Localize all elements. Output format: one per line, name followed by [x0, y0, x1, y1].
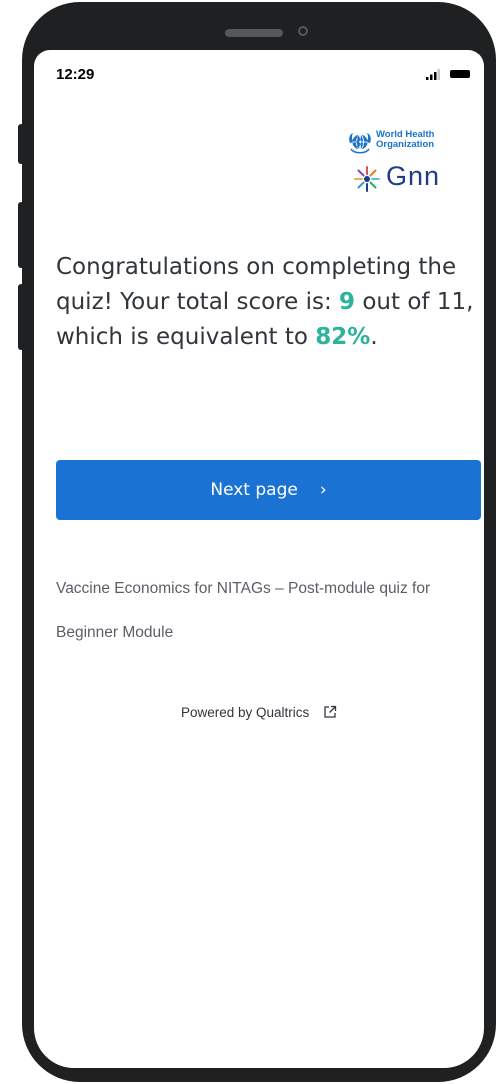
next-page-button[interactable]: Next page › — [56, 460, 481, 520]
completion-message: Congratulations on completing the quiz! … — [56, 250, 480, 355]
status-bar: 12:29 — [34, 50, 484, 98]
message-text-3: which is equivalent to — [56, 324, 316, 350]
phone-screen: 12:29 World Health Organization Gnn Cong… — [34, 50, 484, 1068]
phone-camera — [298, 26, 308, 36]
battery-icon — [450, 70, 470, 78]
score-value: 9 — [339, 289, 356, 315]
phone-speaker — [225, 29, 283, 37]
percent-value: 82% — [315, 324, 371, 350]
who-emblem-icon — [349, 132, 371, 154]
powered-by-qualtrics-link[interactable]: Powered by Qualtrics — [34, 705, 484, 720]
who-gnn-logo: World Health Organization Gnn — [346, 124, 456, 202]
status-time: 12:29 — [56, 66, 95, 83]
survey-title: Vaccine Economics for NITAGs – Post-modu… — [56, 580, 431, 641]
next-page-label: Next page — [210, 480, 298, 500]
external-link-icon — [324, 705, 337, 718]
signal-icon — [426, 69, 440, 80]
gnn-wordmark: Gnn — [386, 161, 441, 191]
message-text-2: out of 11, — [355, 289, 474, 315]
powered-by-label: Powered by Qualtrics — [180, 705, 310, 720]
gnn-star-icon — [354, 166, 380, 192]
who-name-line2: Organization — [376, 139, 435, 150]
phone-frame: 12:29 World Health Organization Gnn Cong… — [22, 2, 496, 1082]
message-text-4: . — [370, 324, 378, 350]
chevron-right-icon: › — [319, 480, 327, 500]
who-name: World Health Organization — [376, 130, 434, 150]
